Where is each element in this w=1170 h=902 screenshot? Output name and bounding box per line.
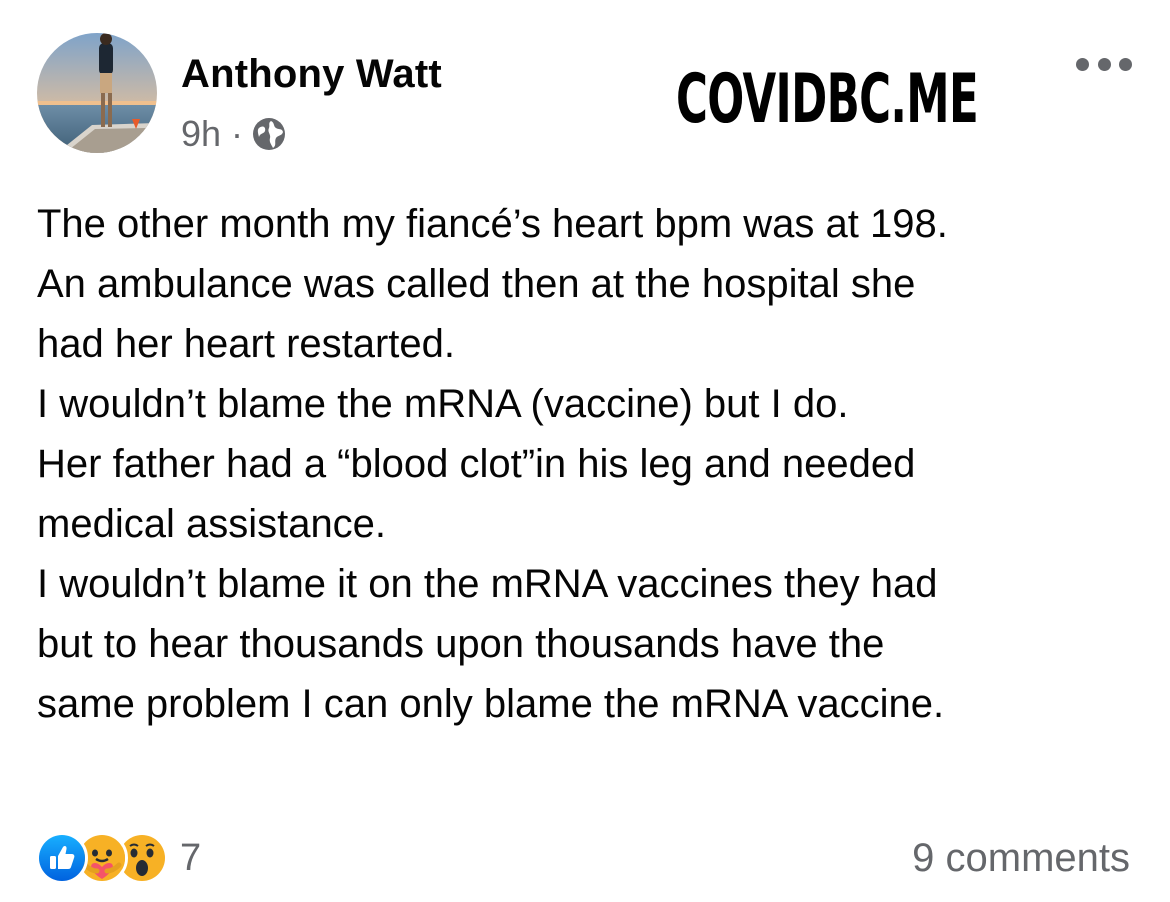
post-meta: 9h · xyxy=(181,110,287,158)
reaction-count: 7 xyxy=(180,836,202,879)
post-line: same problem I can only blame the mRNA v… xyxy=(37,682,945,726)
post-line: I wouldn’t blame it on the mRNA vaccines… xyxy=(37,562,938,606)
dot xyxy=(1076,57,1089,71)
avatar-photo xyxy=(37,33,157,153)
post-line: I wouldn’t blame the mRNA (vaccine) but … xyxy=(37,382,849,426)
watermark-text: COVIDBC.ME xyxy=(676,60,979,139)
more-options-icon[interactable] xyxy=(1076,50,1132,78)
post-text: The other month my fiancé’s heart bpm wa… xyxy=(37,194,1137,734)
comments-link[interactable]: 9 comments xyxy=(912,832,1130,884)
post-line: An ambulance was called then at the hosp… xyxy=(37,262,916,306)
author-avatar[interactable] xyxy=(37,33,157,153)
like-icon xyxy=(36,832,88,884)
dot xyxy=(1119,57,1132,71)
post-line: medical assistance. xyxy=(37,502,387,546)
author-name[interactable]: Anthony Watt xyxy=(181,52,442,97)
post-line: Her father had a “blood clot”in his leg … xyxy=(37,442,916,486)
post-timestamp[interactable]: 9h xyxy=(181,113,221,155)
globe-icon[interactable] xyxy=(251,116,287,152)
post-line: had her heart restarted. xyxy=(37,322,456,366)
reaction-summary[interactable]: 7 xyxy=(36,832,201,884)
meta-separator: · xyxy=(231,113,244,154)
post-line: The other month my fiancé’s heart bpm wa… xyxy=(37,202,948,246)
dot xyxy=(1097,57,1111,71)
post-line: but to hear thousands upon thousands hav… xyxy=(37,622,885,666)
